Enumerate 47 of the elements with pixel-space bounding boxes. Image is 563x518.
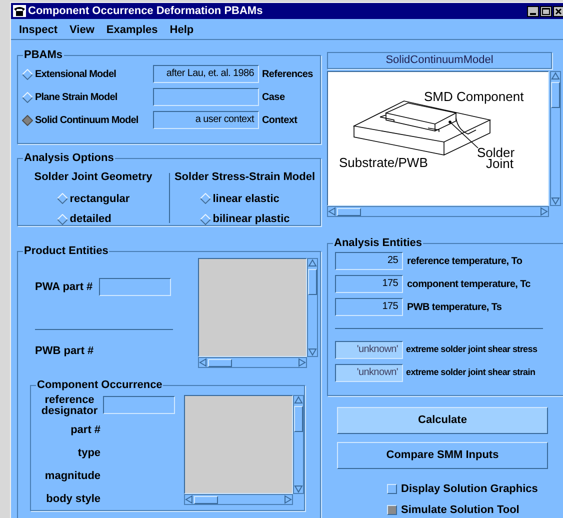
field-label: extreme solder joint shear stress [406,343,538,356]
diagram-label: Solder Joint [477,145,515,171]
group-title: Component Occurrence [36,378,164,392]
radio-label[interactable]: Solid Continuum Model [35,112,153,128]
field-label: reference designator [40,395,99,419]
checkbox-label[interactable]: Display Solution Graphics [401,481,538,498]
action-button[interactable]: Calculate [337,407,548,434]
radio-label[interactable]: Plane Strain Model [35,90,153,104]
text-field[interactable]: 175 [335,275,403,293]
field-label: Case [262,90,285,104]
text-field[interactable]: 25 [335,252,403,270]
radio-label[interactable]: Extensional Model [35,66,153,82]
field-label: part # [70,423,101,438]
field-label: PWB temperature, Ts [407,300,502,314]
radio-label[interactable]: detailed [70,211,112,228]
diagram-label: Substrate/PWB [339,155,428,170]
field-label: body style [46,492,101,507]
text-field[interactable]: 'unknown' [335,341,403,359]
menu-item[interactable]: Inspect [19,22,58,38]
checkbox-label[interactable]: Simulate Solution Tool [401,502,520,518]
field-label: PWB part # [35,344,95,359]
action-button[interactable]: Compare SMM Inputs [337,442,548,469]
field-label: reference temperature, To [407,254,522,268]
field-label: type [78,446,101,461]
group-title: Analysis Entities [333,236,424,250]
field-label: References [262,68,313,82]
radio-label[interactable]: bilinear plastic [212,211,290,228]
option-group-title: Solder Joint Geometry [34,170,152,185]
field-label: Context [262,114,298,128]
option-group-title: Solder Stress-Strain Model [174,170,316,185]
field-label: extreme solder joint shear strain [406,366,536,380]
text-field[interactable]: a user context [153,111,259,129]
field-label: magnitude [44,469,101,484]
radio-label[interactable]: rectangular [70,190,130,207]
group-title: Analysis Options [23,151,115,165]
radio-label[interactable]: linear elastic [212,190,280,207]
preview-title: SolidContinuumModel [327,52,552,69]
text-field[interactable]: 175 [335,298,403,316]
menu-item[interactable]: Examples [106,22,158,38]
menu-item[interactable]: Help [170,22,194,38]
diagram-label: SMD Component [424,89,524,104]
field-label: PWA part # [35,280,94,295]
field-label: component temperature, Tc [407,278,530,292]
text-field[interactable]: after Lau, et. al. 1986 [153,65,259,83]
menu-item[interactable]: View [70,22,94,38]
text-field[interactable]: 'unknown' [335,364,403,382]
window-title: Component Occurrence Deformation PBAMs [28,4,264,18]
